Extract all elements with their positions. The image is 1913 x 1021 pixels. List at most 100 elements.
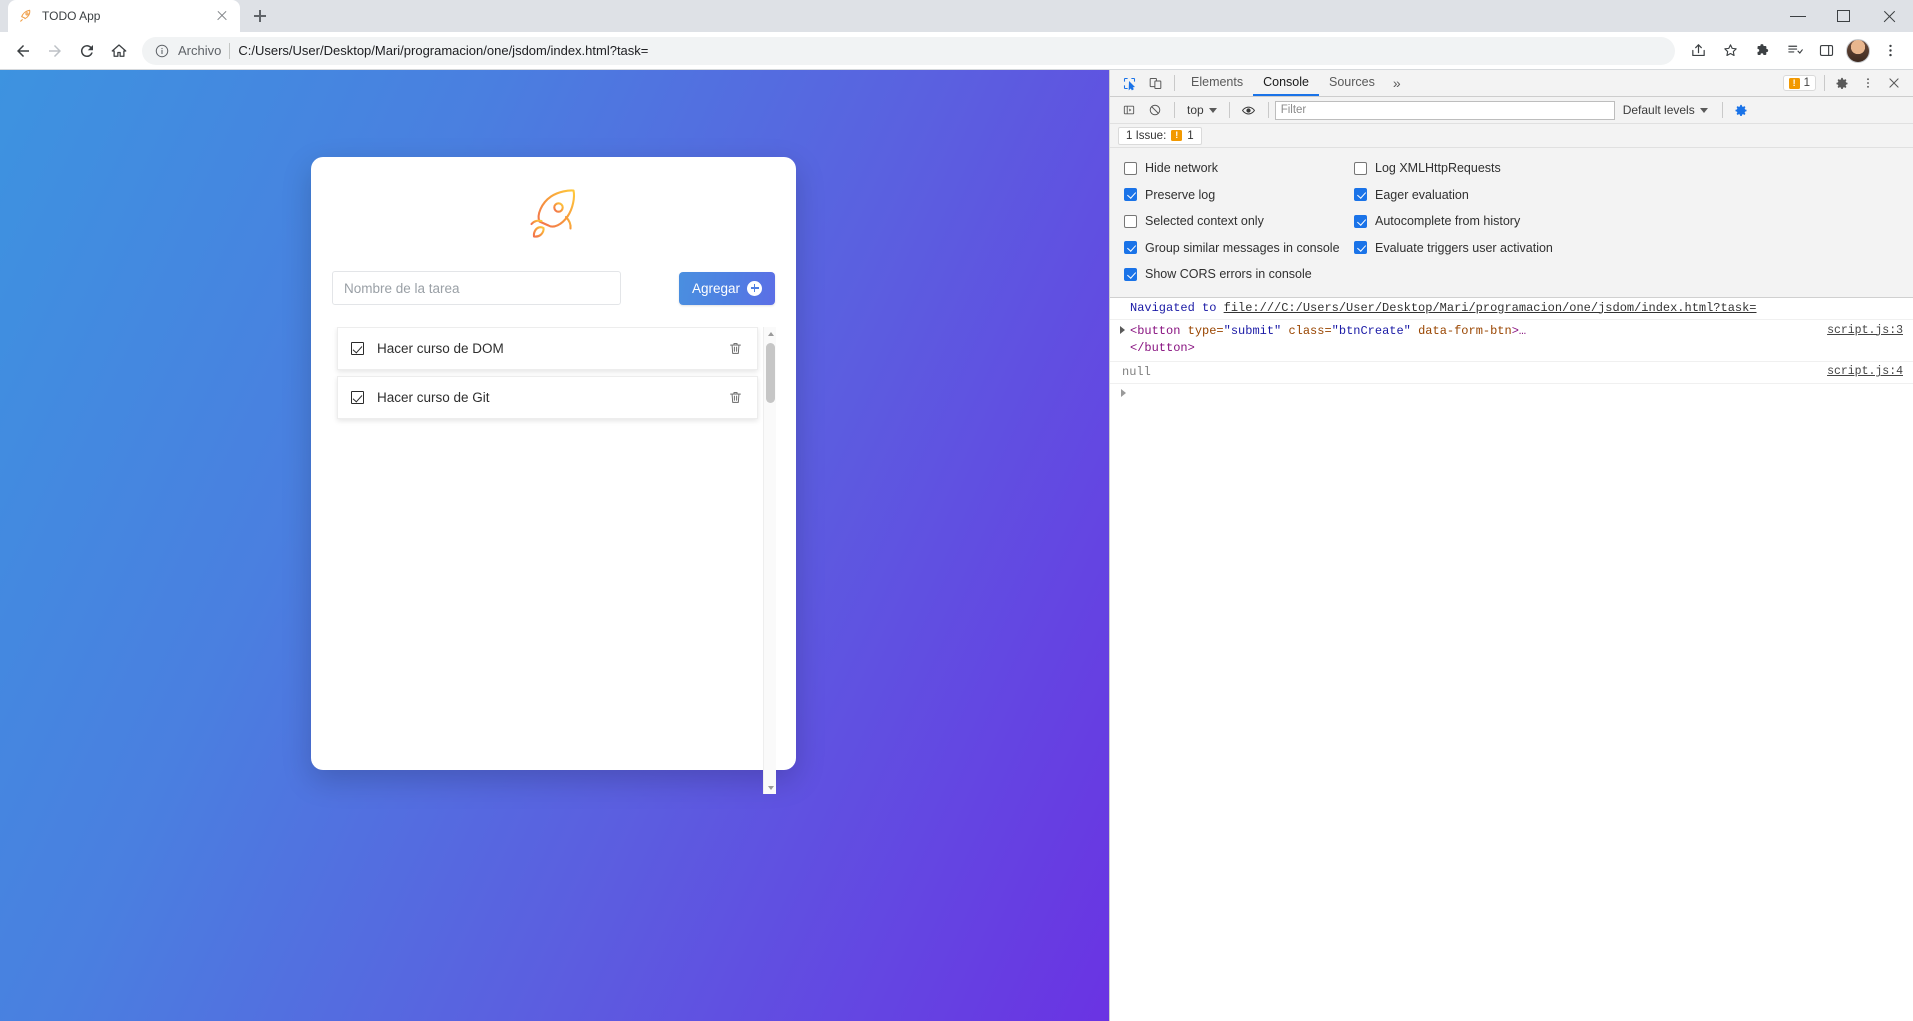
trash-icon[interactable] [728,340,743,357]
window-maximize-icon[interactable] [1821,0,1867,32]
bookmark-star-icon[interactable] [1715,36,1745,66]
trash-icon[interactable] [728,389,743,406]
tab-strip: TODO App [0,0,1913,32]
setting-label: Selected context only [1145,214,1264,229]
filterbar-divider [1267,102,1269,118]
setting-selected-context-only[interactable]: Selected context only [1110,214,1340,228]
live-expression-eye-icon[interactable] [1236,98,1262,122]
console-filter-toolbar: top Default levels [1110,97,1913,124]
dom-tag-open-bracket-end: >… [1511,323,1527,338]
task-list-scrollbar[interactable] [763,327,776,794]
device-toolbar-icon[interactable] [1142,71,1168,95]
setting-eager-evaluation[interactable]: Eager evaluation [1340,188,1469,202]
settings-row: Group similar messages in console Evalua… [1110,235,1913,262]
tab-close-icon[interactable] [214,8,230,24]
scroll-down-arrow-icon[interactable] [764,781,777,794]
browser-menu-icon[interactable] [1875,36,1905,66]
share-icon[interactable] [1683,36,1713,66]
devtools-close-icon[interactable] [1881,71,1907,95]
execution-context-selector[interactable]: top [1181,103,1223,117]
checkbox-icon[interactable] [1354,188,1367,202]
setting-label: Group similar messages in console [1145,240,1340,255]
message-source-link[interactable]: script.js:4 [1827,365,1903,378]
dom-tag-close: </button> [1130,340,1195,355]
dom-attr-type-value: "submit" [1223,323,1282,338]
side-panel-icon[interactable] [1811,36,1841,66]
task-checkbox[interactable] [351,391,364,404]
navigation-url-link[interactable]: file:///C:/Users/User/Desktop/Mari/progr… [1224,301,1757,315]
devtools-panel: Elements Console Sources » ! 1 top Filte… [1109,70,1913,1021]
checkbox-icon[interactable] [1354,214,1367,228]
console-prompt[interactable] [1110,384,1913,398]
issues-count: 1 [1803,77,1810,89]
issue-warning-icon: ! [1171,130,1183,141]
browser-toolbar: Archivo C:/Users/User/Desktop/Mari/progr… [0,32,1913,70]
devtools-settings-gear-icon[interactable] [1829,71,1855,95]
back-arrow-icon[interactable] [8,36,38,66]
reload-icon[interactable] [72,36,102,66]
tab-console[interactable]: Console [1253,70,1319,96]
new-tab-button[interactable] [246,2,274,30]
filterbar-divider [1721,102,1723,118]
issues-badge[interactable]: ! 1 [1782,75,1816,91]
setting-autocomplete-from-history[interactable]: Autocomplete from history [1340,214,1520,228]
setting-show-cors-errors[interactable]: Show CORS errors in console [1110,267,1340,281]
settings-row: Preserve log Eager evaluation [1110,182,1913,209]
issues-bar: 1 Issue: ! 1 [1110,124,1913,148]
filterbar-divider [1174,102,1175,118]
address-bar[interactable]: Archivo C:/Users/User/Desktop/Mari/progr… [142,36,1675,65]
checkbox-icon[interactable] [1124,214,1137,228]
console-settings-pane: Hide network Log XMLHttpRequests Preserv… [1110,148,1913,298]
issue-warning-icon: ! [1788,77,1800,89]
setting-evaluate-triggers-user-activation[interactable]: Evaluate triggers user activation [1340,241,1553,255]
extensions-puzzle-icon[interactable] [1747,36,1777,66]
expand-triangle-icon[interactable] [1120,325,1125,334]
more-tabs-icon[interactable]: » [1385,75,1409,91]
chevron-down-icon [1699,107,1708,113]
inspect-element-icon[interactable] [1116,71,1142,95]
devtools-menu-icon[interactable] [1855,71,1881,95]
setting-label: Evaluate triggers user activation [1375,240,1553,255]
avatar[interactable] [1843,36,1873,66]
add-task-button[interactable]: Agregar [678,271,775,305]
setting-hide-network[interactable]: Hide network [1110,161,1340,175]
tab-elements[interactable]: Elements [1181,70,1253,96]
window-close-icon[interactable] [1867,0,1913,32]
log-levels-selector[interactable]: Default levels [1615,103,1716,117]
setting-preserve-log[interactable]: Preserve log [1110,188,1340,202]
scroll-up-arrow-icon[interactable] [764,327,777,340]
setting-log-xhr[interactable]: Log XMLHttpRequests [1340,161,1501,175]
console-settings-gear-icon[interactable] [1729,98,1755,122]
console-filter-input[interactable] [1274,100,1615,120]
checkbox-icon[interactable] [1354,241,1367,255]
browser-tab[interactable]: TODO App [8,0,240,32]
reading-list-icon[interactable] [1779,36,1809,66]
address-url-text[interactable]: C:/Users/User/Desktop/Mari/programacion/… [238,43,1663,58]
console-sidebar-icon[interactable] [1116,98,1142,122]
home-icon[interactable] [104,36,134,66]
task-checkbox[interactable] [351,342,364,355]
clear-console-icon[interactable] [1142,98,1168,122]
dom-attr-dataform-name: data-form-btn [1410,323,1512,338]
setting-label: Log XMLHttpRequests [1375,161,1501,176]
scrollbar-thumb[interactable] [766,343,775,403]
tab-sources[interactable]: Sources [1319,70,1385,96]
checkbox-icon[interactable] [1124,161,1137,175]
setting-group-similar-messages[interactable]: Group similar messages in console [1110,241,1340,255]
dom-tag-open: <button [1130,323,1181,338]
task-row[interactable]: Hacer curso de DOM [337,327,758,370]
issues-button[interactable]: 1 Issue: ! 1 [1118,126,1202,145]
task-row[interactable]: Hacer curso de Git [337,376,758,419]
checkbox-icon[interactable] [1124,188,1137,202]
rocket-icon [20,9,31,22]
settings-row: Show CORS errors in console [1110,261,1913,288]
task-name-input[interactable] [332,271,621,305]
checkbox-icon[interactable] [1354,161,1367,175]
checkbox-icon[interactable] [1124,241,1137,255]
message-source-link[interactable]: script.js:3 [1827,323,1903,340]
window-minimize-icon[interactable] [1775,0,1821,32]
checkbox-icon[interactable] [1124,267,1137,281]
console-message-object[interactable]: script.js:3 <button type="submit" class=… [1110,320,1913,363]
forward-arrow-icon[interactable] [40,36,70,66]
dom-attr-class-value: "btnCreate" [1331,323,1411,338]
